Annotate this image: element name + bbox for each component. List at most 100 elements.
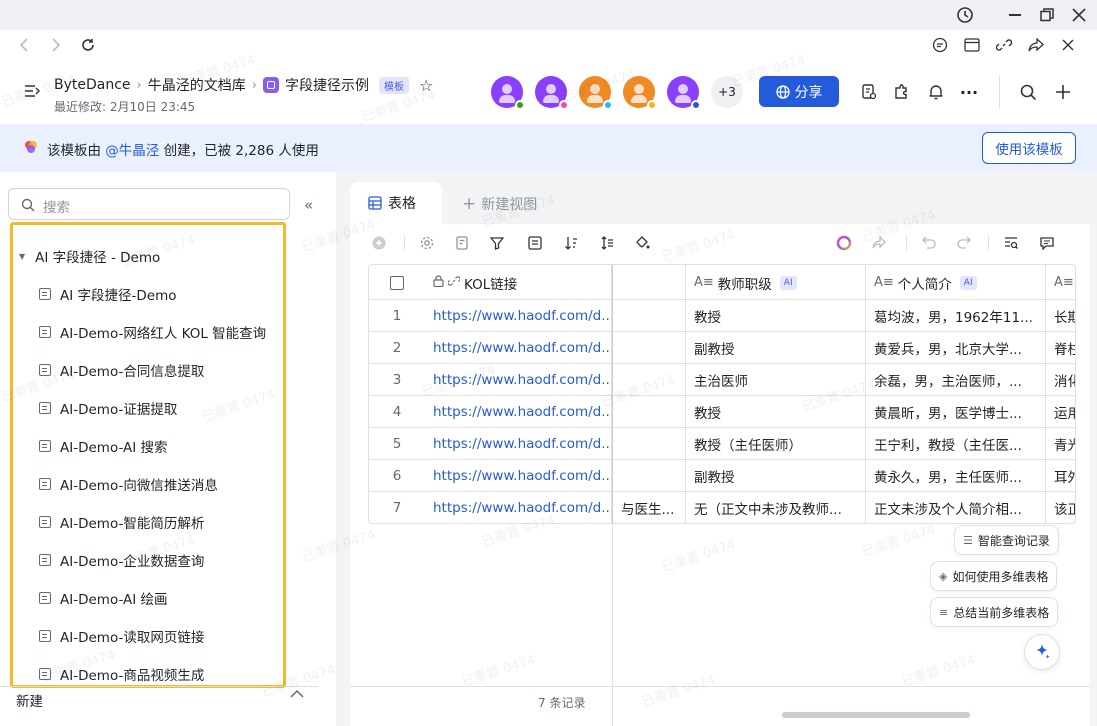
tree-item[interactable]: AI 字段捷径-Demo (39, 283, 177, 305)
row-number[interactable]: 1 (369, 300, 425, 332)
link-icon[interactable] (994, 35, 1014, 55)
page-settings-icon[interactable] (858, 81, 880, 103)
tab-table-view[interactable]: 表格 (350, 182, 442, 224)
cell-hidden[interactable] (612, 428, 686, 460)
cell-hidden[interactable] (612, 332, 686, 364)
ai-assistant-icon[interactable] (835, 234, 853, 252)
refresh-icon[interactable] (78, 35, 98, 55)
share-button[interactable]: 分享 (759, 76, 839, 107)
row-number[interactable]: 7 (369, 492, 425, 523)
breadcrumb-library[interactable]: 牛晶泾的文档库 (148, 75, 246, 95)
cell-kol-link[interactable]: https://www.haodf.com/d... (425, 332, 612, 364)
table-row[interactable]: 5 https://www.haodf.com/d... 教授（主任医师） 王宁利，教… (369, 428, 1075, 460)
column-header-next[interactable]: A≡ (1046, 265, 1075, 300)
cell-teacher-rank[interactable]: 主治医师 (686, 364, 866, 396)
cell-next[interactable]: 该正 (1046, 492, 1075, 523)
star-icon[interactable]: ☆ (419, 76, 433, 95)
close-icon[interactable] (1068, 4, 1090, 26)
tree-item[interactable]: AI-Demo-向微信推送消息 (39, 473, 218, 495)
cell-bio[interactable]: 黄晨昕，男，医学博士... (866, 396, 1046, 428)
caret-down-icon[interactable]: ▼ (19, 252, 25, 261)
tree-item[interactable]: AI-Demo-商品视频生成 (39, 663, 204, 685)
comment-icon[interactable] (1038, 234, 1056, 252)
cell-bio[interactable]: 王宁利，教授（主任医... (866, 428, 1046, 460)
row-number[interactable]: 5 (369, 428, 425, 460)
tree-item[interactable]: AI-Demo-智能简历解析 (39, 511, 204, 533)
column-header-kol-link[interactable]: KOL链接 (425, 265, 612, 300)
cell-next[interactable]: 青光 (1046, 428, 1075, 460)
collapse-sidebar-icon[interactable]: « (304, 196, 313, 214)
row-number[interactable]: 3 (369, 364, 425, 396)
tree-item[interactable]: AI-Demo-企业数据查询 (39, 549, 204, 571)
cell-teacher-rank[interactable]: 教授 (686, 396, 866, 428)
horizontal-scrollbar[interactable] (782, 712, 970, 718)
how-to-use-button[interactable]: ◈ 如何使用多维表格 (930, 561, 1058, 591)
cell-teacher-rank[interactable]: 副教授 (686, 460, 866, 492)
cell-hidden[interactable] (612, 460, 686, 492)
close-tab-icon[interactable] (1058, 35, 1078, 55)
new-view-button[interactable]: + 新建视图 (462, 194, 537, 214)
undo-icon[interactable] (920, 234, 938, 252)
back-icon[interactable] (14, 35, 34, 55)
minimize-icon[interactable] (1004, 4, 1026, 26)
cell-teacher-rank[interactable]: 教授 (686, 300, 866, 332)
table-row[interactable]: 2 https://www.haodf.com/d... 副教授 黄爱兵，男，北京大学… (369, 332, 1075, 364)
settings-icon[interactable] (418, 234, 436, 252)
column-header-hidden[interactable] (612, 265, 686, 300)
share-arrow-icon[interactable] (870, 234, 888, 252)
cell-bio[interactable]: 葛均波，男，1962年11... (866, 300, 1046, 332)
cell-next[interactable]: 运用 (1046, 396, 1075, 428)
smart-query-history-button[interactable]: ☰ 智能查询记录 (954, 525, 1059, 555)
cell-hidden[interactable] (612, 364, 686, 396)
tree-root[interactable]: ▼ AI 字段捷径 - Demo (19, 245, 219, 267)
cell-bio[interactable]: 余磊，男，主治医师，... (866, 364, 1046, 396)
group-icon[interactable] (526, 234, 544, 252)
plugin-icon[interactable] (890, 81, 912, 103)
field-config-icon[interactable] (454, 234, 472, 252)
redo-icon[interactable] (955, 234, 973, 252)
add-record-icon[interactable] (370, 234, 388, 252)
collaborator-avatar[interactable] (667, 76, 701, 110)
cell-bio[interactable]: 黄永久，男，主任医师... (866, 460, 1046, 492)
comment-icon[interactable] (930, 35, 950, 55)
notification-bell-icon[interactable] (925, 81, 947, 103)
ai-sparkle-button[interactable] (1024, 634, 1060, 670)
cell-kol-link[interactable]: https://www.haodf.com/d... (425, 396, 612, 428)
select-all-checkbox[interactable] (369, 265, 425, 300)
cell-kol-link[interactable]: https://www.haodf.com/d... (425, 364, 612, 396)
cell-hidden[interactable] (612, 396, 686, 428)
row-number[interactable]: 4 (369, 396, 425, 428)
tree-item[interactable]: AI-Demo-读取网页链接 (39, 625, 204, 647)
cell-teacher-rank[interactable]: 副教授 (686, 332, 866, 364)
cell-hidden[interactable] (612, 300, 686, 332)
search-icon[interactable] (1017, 81, 1039, 103)
collaborator-avatar[interactable] (579, 76, 613, 110)
cell-next[interactable]: 消化 (1046, 364, 1075, 396)
column-header-teacher-rank[interactable]: A≡ 教师职级 AI (686, 265, 866, 300)
filter-icon[interactable] (488, 234, 506, 252)
forward-share-icon[interactable] (1026, 35, 1046, 55)
row-height-icon[interactable] (598, 234, 616, 252)
cell-kol-link[interactable]: https://www.haodf.com/d... (425, 492, 612, 523)
tree-item[interactable]: AI-Demo-AI 搜索 (39, 435, 168, 457)
summarize-table-button[interactable]: ≡ 总结当前多维表格 (930, 597, 1059, 627)
sidebar-search[interactable]: 搜索 (8, 188, 290, 220)
cell-next[interactable]: 长期 (1046, 300, 1075, 332)
row-number[interactable]: 6 (369, 460, 425, 492)
tree-item[interactable]: AI-Demo-AI 绘画 (39, 587, 168, 609)
column-header-bio[interactable]: A≡ 个人简介 AI (866, 265, 1046, 300)
find-icon[interactable] (1002, 234, 1020, 252)
cell-next[interactable]: 脊柱 (1046, 332, 1075, 364)
tree-item[interactable]: AI-Demo-合同信息提取 (39, 359, 204, 381)
forward-icon[interactable] (46, 35, 66, 55)
cell-kol-link[interactable]: https://www.haodf.com/d... (425, 460, 612, 492)
cell-next[interactable]: 耳外 (1046, 460, 1075, 492)
table-row[interactable]: 3 https://www.haodf.com/d... 主治医师 余磊，男，主治医师… (369, 364, 1075, 396)
template-author-link[interactable]: @牛晶泾 (105, 143, 159, 159)
collaborator-avatar[interactable] (491, 76, 525, 110)
add-icon[interactable] (1052, 81, 1074, 103)
table-row[interactable]: 7 https://www.haodf.com/d... 与医生... 无（正文中未涉… (369, 492, 1075, 523)
fill-color-icon[interactable] (634, 234, 652, 252)
menu-collapse-icon[interactable] (24, 84, 40, 102)
cell-hidden[interactable]: 与医生... (612, 492, 686, 523)
